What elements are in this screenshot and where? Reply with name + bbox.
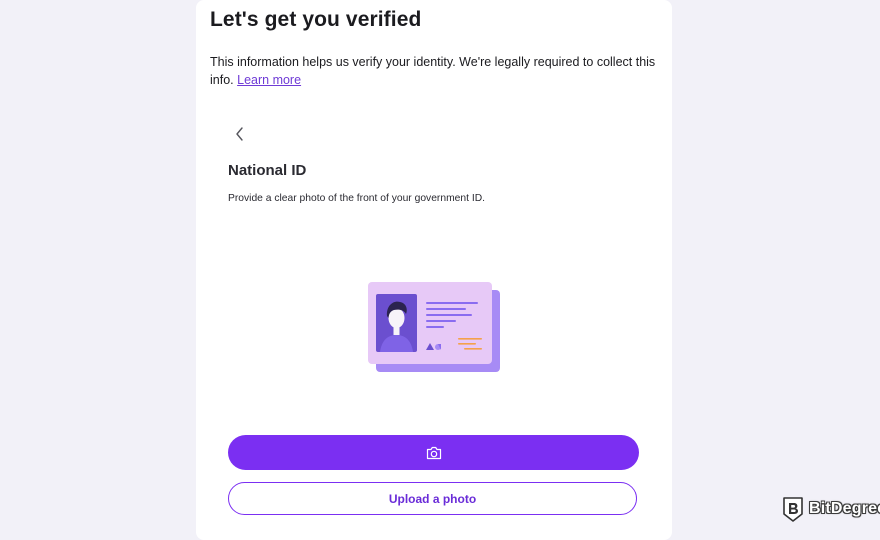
watermark-text: BitDegree — [809, 500, 880, 517]
bitdegree-watermark: BitDegree — [782, 495, 880, 523]
chevron-left-icon — [236, 127, 243, 141]
intro-paragraph: This information helps us verify your id… — [210, 53, 656, 89]
take-photo-button[interactable] — [228, 435, 639, 470]
document-type-title: National ID — [228, 162, 307, 179]
verification-card: Let's get you verified This information … — [196, 0, 672, 540]
id-card-illustration — [366, 280, 502, 374]
camera-icon — [426, 446, 441, 459]
upload-photo-button[interactable]: Upload a photo — [228, 482, 637, 515]
document-instructions: Provide a clear photo of the front of yo… — [228, 193, 485, 204]
bitdegree-logo — [783, 497, 803, 522]
back-button[interactable] — [228, 122, 252, 146]
learn-more-link[interactable]: Learn more — [237, 73, 301, 87]
page-title: Let's get you verified — [210, 8, 422, 31]
